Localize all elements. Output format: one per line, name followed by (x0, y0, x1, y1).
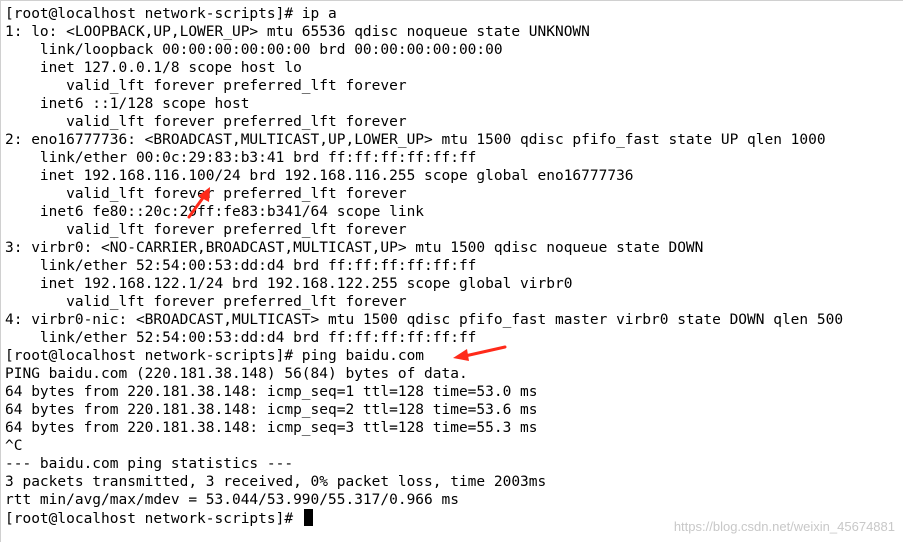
terminal-line: inet 192.168.122.1/24 brd 192.168.122.25… (5, 276, 573, 292)
terminal-line: link/ether 52:54:00:53:dd:d4 brd ff:ff:f… (5, 330, 477, 346)
terminal-line: inet6 fe80::20c:29ff:fe83:b341/64 scope … (5, 204, 425, 220)
terminal-line: valid_lft forever preferred_lft forever (5, 78, 407, 94)
terminal-line: PING baidu.com (220.181.38.148) 56(84) b… (5, 366, 468, 382)
terminal-line: link/ether 00:0c:29:83:b3:41 brd ff:ff:f… (5, 150, 477, 166)
terminal-output[interactable]: [root@localhost network-scripts]# ip a 1… (5, 5, 843, 527)
terminal-line: inet6 ::1/128 scope host (5, 96, 250, 112)
terminal-line: link/loopback 00:00:00:00:00:00 brd 00:0… (5, 42, 503, 58)
terminal-line: [root@localhost network-scripts]# ping b… (5, 348, 425, 364)
terminal-line: valid_lft forever preferred_lft forever (5, 222, 407, 238)
terminal-line: 1: lo: <LOOPBACK,UP,LOWER_UP> mtu 65536 … (5, 24, 590, 40)
terminal-line: inet 127.0.0.1/8 scope host lo (5, 60, 302, 76)
terminal-line: 3: virbr0: <NO-CARRIER,BROADCAST,MULTICA… (5, 240, 704, 256)
terminal-cursor (303, 509, 313, 526)
terminal-line: 2: eno16777736: <BROADCAST,MULTICAST,UP,… (5, 132, 826, 148)
terminal-line: 3 packets transmitted, 3 received, 0% pa… (5, 474, 547, 490)
terminal-line: valid_lft forever preferred_lft forever (5, 186, 407, 202)
terminal-line: [root@localhost network-scripts]# ip a (5, 6, 337, 22)
terminal-line: rtt min/avg/max/mdev = 53.044/53.990/55.… (5, 492, 459, 508)
terminal-line: valid_lft forever preferred_lft forever (5, 114, 407, 130)
terminal-window[interactable]: [root@localhost network-scripts]# ip a 1… (0, 0, 903, 542)
terminal-line: inet 192.168.116.100/24 brd 192.168.116.… (5, 168, 634, 184)
watermark: https://blog.csdn.net/weixin_45674881 (673, 519, 895, 534)
terminal-line: 64 bytes from 220.181.38.148: icmp_seq=2… (5, 402, 538, 418)
terminal-prompt: [root@localhost network-scripts]# (5, 511, 302, 527)
terminal-line: link/ether 52:54:00:53:dd:d4 brd ff:ff:f… (5, 258, 477, 274)
terminal-line: 64 bytes from 220.181.38.148: icmp_seq=1… (5, 384, 538, 400)
terminal-line: 4: virbr0-nic: <BROADCAST,MULTICAST> mtu… (5, 312, 844, 328)
terminal-line: ^C (5, 438, 23, 454)
terminal-line: 64 bytes from 220.181.38.148: icmp_seq=3… (5, 420, 538, 436)
terminal-line: --- baidu.com ping statistics --- (5, 456, 294, 472)
terminal-line: valid_lft forever preferred_lft forever (5, 294, 407, 310)
